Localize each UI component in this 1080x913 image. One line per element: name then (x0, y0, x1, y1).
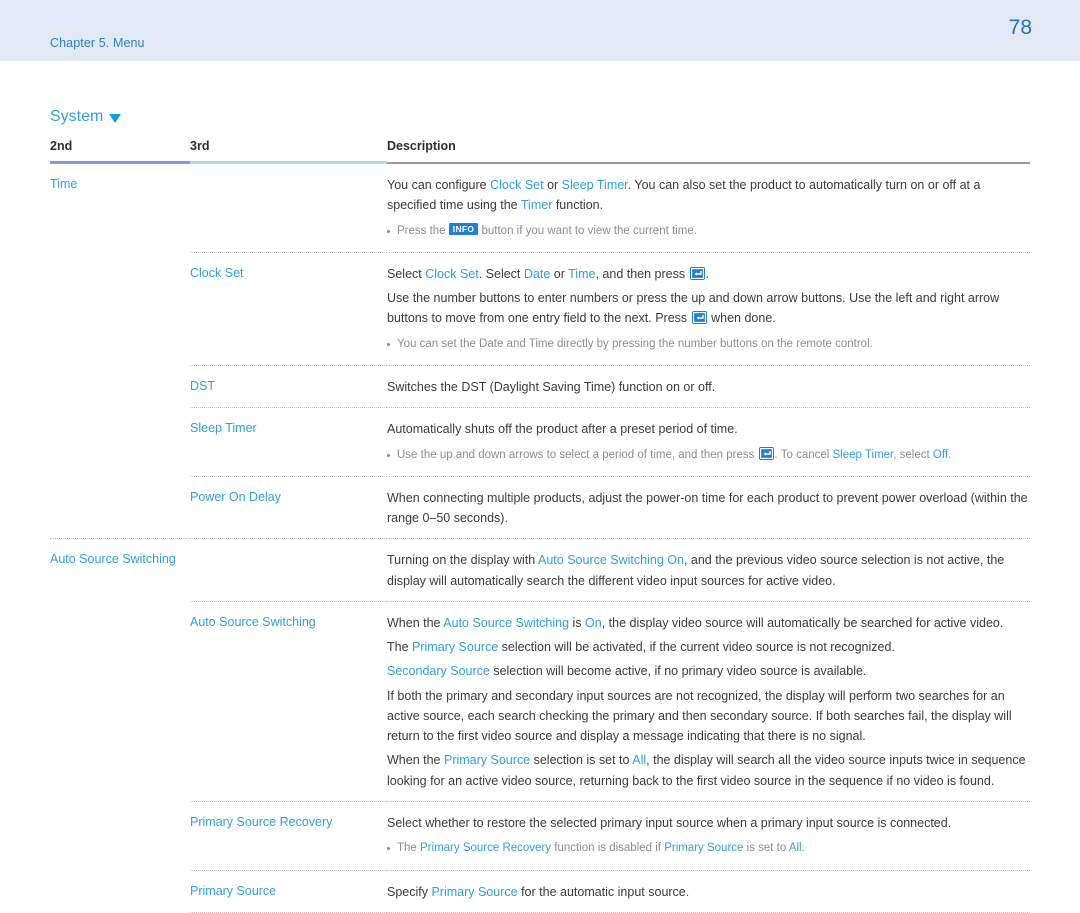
table-row: Time You can configure Clock Set or Sleep… (50, 164, 1030, 252)
cell-3rd-power-on-delay: Power On Delay (190, 489, 282, 504)
note-item: The Primary Source Recovery function is … (387, 839, 1030, 857)
note-text: You can set the Date and Time directly b… (397, 337, 873, 350)
keyword: Clock Set (425, 266, 479, 281)
cell-3rd-dst: DST (190, 379, 215, 394)
keyword: Sleep Timer (561, 178, 628, 192)
section-title: System (50, 108, 122, 126)
table-row: Auto Source Switching Turning on the disp… (50, 539, 1030, 601)
bullet-icon (387, 342, 390, 346)
keyword: Primary Source (412, 640, 499, 655)
note-item: Press the INFO button if you want to vie… (387, 222, 1030, 240)
description-paragraph: Secondary Source selection will become a… (387, 664, 867, 679)
table-row: Auto Source Switching When the Auto Sourc… (50, 602, 1030, 802)
cell-2nd-primary-source-recovery (50, 802, 190, 870)
cell-2nd-primary-source (50, 871, 190, 913)
column-header-3rd: 3rd (190, 139, 210, 153)
triangle-down-icon (109, 113, 122, 123)
keyword: Timer (520, 198, 553, 213)
cell-description-primary-source-recovery: Select whether to restore the selected p… (387, 802, 1030, 870)
keyword: Time (568, 266, 596, 281)
enter-key-icon (691, 311, 707, 325)
section-title-label: System (50, 108, 104, 125)
cell-description-primary-source: Specify Primary Source for the automatic… (387, 871, 1030, 913)
cell-description-dst: Switches the DST (Daylight Saving Time) … (387, 366, 1030, 408)
cell-3rd-auto-source-switching: Auto Source Switching (190, 614, 316, 629)
keyword: Auto Source Switching On (538, 553, 684, 568)
description-paragraph: You can configure Clock Set or Sleep Tim… (387, 178, 981, 213)
cell-2nd-auto-source-switching-group: Auto Source Switching (50, 552, 176, 567)
table-row: DST Switches the DST (Daylight Saving Tim… (50, 366, 1030, 408)
description-paragraph: Automatically shuts off the product afte… (387, 422, 738, 437)
cell-2nd-auto-source-switching (50, 602, 190, 802)
table-row: Primary Source Recovery Select whether to… (50, 802, 1030, 870)
keyword: Primary Source Recovery (420, 842, 552, 855)
enter-key-icon (689, 266, 705, 280)
keyword: Date (523, 266, 551, 281)
description-paragraph: When connecting multiple products, adjus… (387, 490, 1028, 526)
table-header: 2nd 3rd Description (50, 139, 1030, 164)
description-paragraph: Turning on the display with Auto Source … (387, 553, 1005, 588)
table-row: Clock Set Select Clock Set. Select Date o… (50, 253, 1030, 366)
cell-3rd-primary-source: Primary Source (190, 883, 277, 898)
description-paragraph: Specify Primary Source for the automatic… (387, 884, 690, 899)
keyword: Primary Source (443, 753, 531, 768)
keyword: Secondary Source (387, 664, 490, 679)
note-text: Use the up and down arrows to select a p… (397, 446, 952, 461)
bullet-icon (387, 847, 390, 851)
cell-description-time: You can configure Clock Set or Sleep Tim… (387, 164, 1030, 252)
description-paragraph: When the Auto Source Switching is On, th… (387, 615, 1004, 630)
column-header-2nd: 2nd (50, 139, 73, 153)
description-paragraph: When the Primary Source selection is set… (387, 753, 1026, 788)
table-body: Time You can configure Clock Set or Sleep… (50, 164, 1030, 913)
keyword: All (632, 753, 647, 768)
info-key-badge: INFO (448, 222, 479, 236)
cell-description-clock-set: Select Clock Set. Select Date or Time, a… (387, 253, 1030, 366)
cell-description-sleep-timer: Automatically shuts off the product afte… (387, 408, 1030, 476)
keyword: On (585, 615, 602, 630)
page-number: 78 (1008, 16, 1032, 39)
cell-description-auto-source-switching: When the Auto Source Switching is On, th… (387, 602, 1030, 802)
column-header-description: Description (387, 139, 456, 153)
cell-description-power-on-delay: When connecting multiple products, adjus… (387, 477, 1030, 539)
cell-2nd-dst (50, 366, 190, 408)
enter-key-icon (758, 446, 774, 460)
note-item: Use the up and down arrows to select a p… (387, 446, 1030, 464)
keyword: Primary Source (431, 884, 518, 899)
description-paragraph: Switches the DST (Daylight Saving Time) … (387, 380, 716, 395)
cell-3rd-primary-source-recovery: Primary Source Recovery (190, 814, 333, 829)
cell-2nd-clock-set (50, 253, 190, 366)
menu-settings-table: 2nd 3rd Description Time You can configur… (50, 139, 1030, 913)
chapter-label: Chapter 5. Menu (50, 36, 145, 50)
description-paragraph: If both the primary and secondary input … (387, 688, 1012, 744)
page-header-band: Chapter 5. Menu 78 (0, 0, 1080, 61)
description-paragraph: Select whether to restore the selected p… (387, 815, 952, 830)
description-paragraph: The Primary Source selection will be act… (387, 640, 895, 655)
keyword: Primary Source (664, 842, 744, 855)
bullet-icon (387, 453, 390, 457)
keyword: Off (932, 448, 949, 461)
cell-2nd-power-on-delay (50, 477, 190, 539)
table-row: Power On Delay When connecting multiple p… (50, 477, 1030, 539)
cell-2nd-time: Time (50, 177, 78, 191)
note-text: The Primary Source Recovery function is … (397, 842, 805, 855)
keyword: Clock Set (490, 178, 544, 192)
cell-3rd-sleep-timer: Sleep Timer (190, 421, 257, 436)
table-row: Sleep Timer Automatically shuts off the p… (50, 408, 1030, 476)
note-item: You can set the Date and Time directly b… (387, 335, 1030, 353)
cell-3rd-auto-source-switching-group (190, 539, 387, 601)
keyword: Auto Source Switching (443, 615, 570, 630)
cell-2nd-sleep-timer (50, 408, 190, 476)
cell-3rd-time (190, 164, 387, 252)
cell-description-auto-source-switching-group: Turning on the display with Auto Source … (387, 539, 1030, 601)
description-paragraph: Use the number buttons to enter numbers … (387, 291, 1000, 326)
keyword: Sleep Timer (832, 448, 894, 461)
cell-3rd-clock-set: Clock Set (190, 265, 244, 280)
note-text: Press the INFO button if you want to vie… (397, 222, 697, 237)
table-row: Primary Source Specify Primary Source for… (50, 871, 1030, 913)
bullet-icon (387, 229, 390, 233)
keyword: All (788, 842, 802, 855)
description-paragraph: Select Clock Set. Select Date or Time, a… (387, 266, 710, 281)
